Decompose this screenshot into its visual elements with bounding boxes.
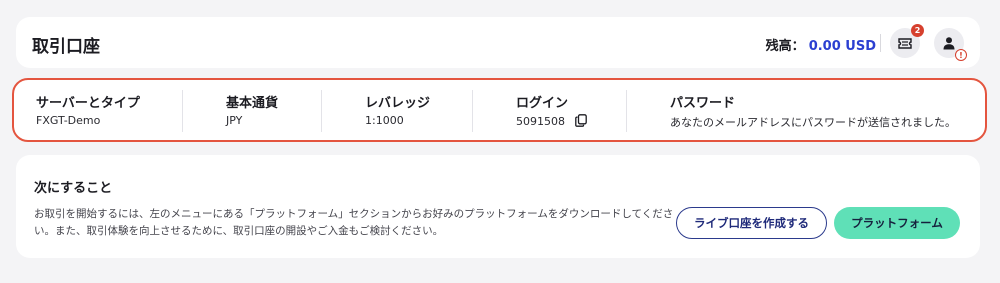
next-steps-card: 次にすること お取引を開始するには、左のメニューにある「プラットフォーム」セクシ… [16, 155, 980, 258]
field-label: パスワード [670, 96, 736, 111]
ticket-icon [898, 37, 912, 49]
field-divider [321, 90, 322, 132]
create-live-account-button[interactable]: ライブ口座を作成する [676, 207, 827, 239]
account-info-card: サーバーとタイプ FXGT-Demo 基本通貨 JPY レバレッジ 1:1000… [12, 78, 987, 142]
user-menu-button[interactable]: ! [934, 28, 967, 61]
field-value: JPY [226, 114, 243, 127]
field-label: ログイン [516, 96, 569, 111]
field-value: 5091508 [516, 115, 565, 128]
balance-label: 残高： [765, 39, 805, 54]
field-divider [626, 90, 627, 132]
copy-icon[interactable] [574, 114, 587, 127]
login-value-row: 5091508 [516, 114, 587, 128]
field-value: FXGT-Demo [36, 114, 101, 127]
field-label: 基本通貨 [226, 96, 279, 111]
notification-badge: 2 [911, 24, 924, 37]
ticket-button[interactable]: 2 [890, 24, 924, 58]
account-alert-icon: ! [955, 49, 967, 61]
page-header: 取引口座 残高： 0.00 USD 2 ! [16, 17, 980, 68]
user-icon [943, 37, 955, 50]
header-divider [880, 34, 881, 52]
next-steps-heading: 次にすること [34, 181, 113, 196]
balance-display: 残高： 0.00 USD [766, 35, 876, 54]
field-divider [182, 90, 183, 132]
field-value: 1:1000 [365, 114, 404, 127]
field-value: あなたのメールアドレスにパスワードが送信されました。 [670, 116, 956, 129]
page-title: 取引口座 [32, 37, 100, 57]
field-label: サーバーとタイプ [36, 96, 140, 111]
field-label: レバレッジ [365, 96, 431, 111]
field-divider [472, 90, 473, 132]
balance-amount: 0.00 USD [808, 39, 876, 54]
platform-button[interactable]: プラットフォーム [834, 207, 960, 239]
next-steps-description: お取引を開始するには、左のメニューにある「プラットフォーム」セクションからお好み… [34, 208, 674, 237]
